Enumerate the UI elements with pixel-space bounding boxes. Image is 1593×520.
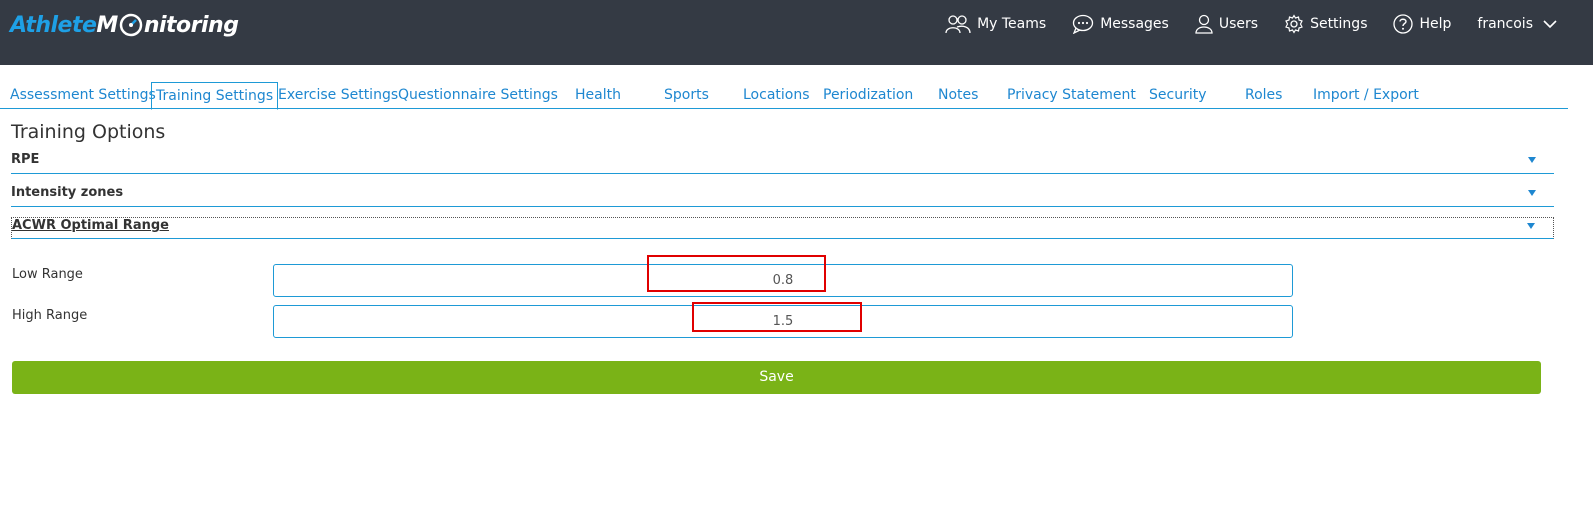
tab-sports[interactable]: Sports — [664, 82, 709, 109]
logo-text-athlete: Athlete — [10, 12, 97, 38]
high-range-label: High Range — [12, 308, 88, 323]
accordion-rpe[interactable]: RPE — [11, 152, 1554, 174]
low-range-label: Low Range — [12, 267, 83, 282]
tab-exercise-settings[interactable]: Exercise Settings — [278, 82, 398, 109]
nav-settings-label: Settings — [1310, 16, 1368, 32]
accordion-acwr-optimal-range[interactable]: ACWR Optimal Range — [11, 217, 1554, 239]
tab-questionnaire-settings[interactable]: Questionnaire Settings — [398, 82, 558, 109]
highlight-box-low — [647, 255, 826, 292]
athlete-monitoring-logo[interactable]: Athlete M nitoring — [10, 8, 239, 42]
accordion-intensity-zones[interactable]: Intensity zones — [11, 185, 1554, 207]
teams-icon — [945, 15, 971, 34]
nav-users-label: Users — [1218, 16, 1259, 32]
settings-tabs: Assessment Settings Training Settings Ex… — [0, 82, 1568, 110]
tab-import-export[interactable]: Import / Export — [1313, 82, 1419, 109]
nav-messages[interactable]: Messages — [1072, 14, 1169, 34]
gear-icon — [1285, 14, 1303, 34]
help-icon — [1393, 14, 1414, 34]
accordion-rpe-title: RPE — [11, 152, 40, 167]
user-menu[interactable]: francois — [1477, 16, 1557, 32]
tab-privacy-statement[interactable]: Privacy Statement — [1007, 82, 1136, 109]
header-nav: My Teams Messages Users Settings Help fr… — [919, 12, 1557, 36]
caret-down-icon — [1528, 157, 1536, 163]
tab-security[interactable]: Security — [1149, 82, 1207, 109]
tab-training-settings[interactable]: Training Settings — [151, 82, 279, 110]
accordion-acwr-title: ACWR Optimal Range — [12, 218, 169, 233]
caret-down-icon — [1527, 223, 1535, 229]
tab-assessment-settings[interactable]: Assessment Settings — [10, 82, 156, 109]
chevron-down-icon — [1543, 20, 1557, 29]
tab-notes[interactable]: Notes — [938, 82, 978, 109]
tab-locations[interactable]: Locations — [743, 82, 810, 109]
chat-bubble-icon — [1073, 14, 1094, 34]
caret-down-icon — [1528, 190, 1536, 196]
nav-settings[interactable]: Settings — [1284, 14, 1367, 34]
tab-roles[interactable]: Roles — [1245, 82, 1282, 109]
logo-text-rest: nitoring — [143, 12, 239, 38]
user-name: francois — [1477, 16, 1533, 32]
accordion-intensity-zones-title: Intensity zones — [11, 185, 124, 200]
nav-users[interactable]: Users — [1195, 14, 1258, 34]
tab-periodization[interactable]: Periodization — [823, 82, 913, 109]
highlight-box-high — [692, 302, 862, 332]
top-bar: Athlete M nitoring My Teams Messages Use… — [0, 0, 1593, 65]
nav-help-label: Help — [1419, 16, 1452, 32]
logo-text-m: M — [96, 12, 118, 38]
nav-my-teams[interactable]: My Teams — [945, 14, 1046, 34]
user-icon — [1195, 14, 1213, 34]
page-title: Training Options — [11, 121, 166, 143]
nav-my-teams-label: My Teams — [977, 16, 1047, 32]
nav-messages-label: Messages — [1100, 16, 1169, 32]
nav-help[interactable]: Help — [1393, 14, 1451, 34]
gauge-icon — [119, 13, 143, 37]
tab-health[interactable]: Health — [575, 82, 621, 109]
save-button[interactable]: Save — [12, 361, 1541, 394]
